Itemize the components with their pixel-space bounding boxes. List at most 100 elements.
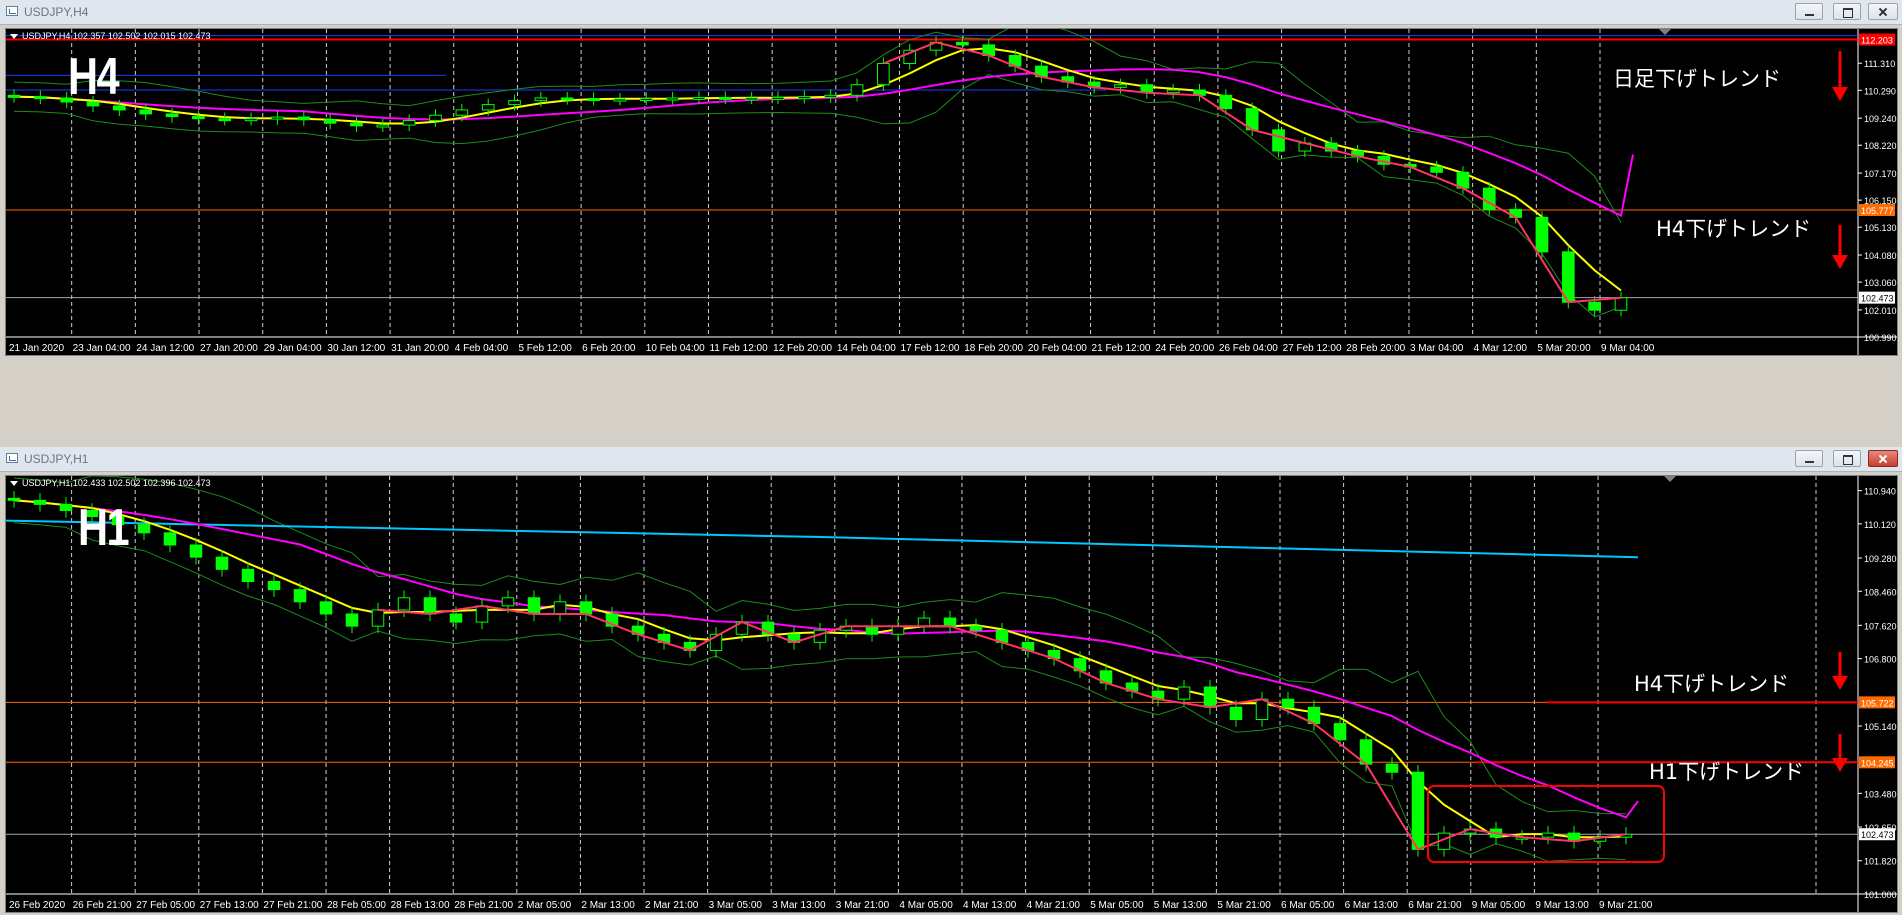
time-label: 12 Feb 20:00 [773,343,832,354]
long-moving-average [6,519,1639,559]
price-tag: 102.473 [1861,294,1894,304]
down-arrow-icon [1832,255,1848,269]
time-label: 3 Mar 04:00 [1410,343,1464,354]
candle-body [1166,89,1180,94]
time-label: 6 Mar 21:00 [1408,900,1462,911]
price-label: 103.480 [1864,789,1897,799]
time-label: 18 Feb 20:00 [964,343,1023,354]
maximize-button[interactable] [1833,450,1861,467]
time-label: 24 Jan 12:00 [136,343,194,354]
candle-body [475,605,489,623]
candle-body [293,589,307,603]
time-label: 3 Mar 21:00 [836,900,890,911]
price-label: 109.280 [1864,554,1897,564]
candle-body [666,97,679,101]
candle-body [34,96,47,100]
chart-window-h1: USDJPY,H1 26 Feb 2020 26 Feb 21:00 27 Feb … [0,447,1902,915]
candle-body [613,98,627,102]
candle-body [455,109,469,116]
window-titlebar[interactable]: USDJPY,H1 [0,447,1902,472]
candle-body [1229,706,1243,720]
window-titlebar[interactable]: USDJPY,H4 [0,0,1902,25]
symbol-info-text: USDJPY,H4 102.357 102.502 102.015 102.47… [22,31,211,41]
candle-body [189,544,203,558]
time-label: 27 Jan 20:00 [200,343,258,354]
candle-body [534,97,548,102]
candle-body [1114,84,1127,88]
minimize-button[interactable] [1795,450,1823,467]
candle-body [113,105,126,111]
down-arrow-icon [1832,758,1848,772]
symbol-info-text: USDJPY,H1 102.433 102.502 102.396 102.47… [22,478,211,488]
chart-window-h4: USDJPY,H4 21 Jan 2020 23 Jan 04:00 24 Jan … [0,0,1902,360]
price-label: 106.800 [1864,655,1897,665]
maximize-button[interactable] [1833,3,1861,20]
price-label: 105.140 [1864,722,1897,732]
symbol-info: USDJPY,H4 102.357 102.502 102.015 102.47… [10,31,211,41]
candle-body [139,109,153,115]
candle-body [371,609,385,627]
candle-body [267,581,281,591]
candle-body [1333,723,1347,741]
time-label: 26 Feb 04:00 [1219,343,1278,354]
price-label: 107.170 [1864,169,1897,179]
candle-body [1219,94,1233,110]
time-label: 28 Feb 21:00 [454,900,513,911]
minimize-button[interactable] [1795,3,1823,20]
dropdown-triangle-icon[interactable] [10,34,18,40]
candlestick-chart-svg: 26 Feb 2020 26 Feb 21:00 27 Feb 05:00 27 Fe… [6,476,1897,912]
time-label: 14 Feb 04:00 [837,343,896,354]
price-chart[interactable]: 21 Jan 2020 23 Jan 04:00 24 Jan 12:00 27 Ja… [5,28,1898,356]
price-label: 101.820 [1864,857,1897,867]
price-chart[interactable]: 26 Feb 2020 26 Feb 21:00 27 Feb 05:00 27 Fe… [5,475,1898,913]
price-tag: 105.722 [1861,698,1894,708]
candle-body [877,62,890,86]
time-label: 23 Jan 04:00 [73,343,131,354]
candle-body [449,613,463,623]
candle-body [1203,686,1217,708]
price-label: 111.310 [1864,59,1895,69]
close-button[interactable] [1868,450,1898,467]
candle-body [163,532,177,546]
candle-body [241,568,255,583]
candle-body [560,97,574,101]
time-label: 5 Mar 20:00 [1537,343,1591,354]
window-title: USDJPY,H1 [24,452,89,466]
candle-body [1272,129,1285,152]
time-label: 2 Mar 21:00 [645,900,699,911]
time-label: 5 Mar 13:00 [1154,900,1208,911]
time-label: 2 Mar 13:00 [581,900,635,911]
candle-body [587,98,600,102]
time-label: 4 Mar 13:00 [963,900,1017,911]
candle-body [7,497,21,501]
time-label: 29 Jan 04:00 [264,343,322,354]
time-label: 6 Feb 20:00 [582,343,636,354]
slow-moving-average [13,68,1634,218]
consolidation-box [1427,785,1665,863]
candle-body [579,601,593,615]
candle-body [323,119,337,124]
shift-marker-icon [1659,29,1671,35]
time-label: 9 Mar 04:00 [1601,343,1655,354]
close-button[interactable] [1868,3,1898,20]
candle-body [943,617,957,627]
candle-body [218,118,232,122]
time-label: 6 Mar 05:00 [1281,900,1335,911]
candle-body [1255,698,1269,720]
price-tag: 102.473 [1861,830,1894,840]
window-title: USDJPY,H4 [24,5,89,19]
timeframe-label: H4 [68,48,120,106]
price-label: 108.460 [1864,587,1897,597]
candle-body [527,597,541,615]
time-label: 30 Jan 12:00 [327,343,385,354]
symbol-info: USDJPY,H1 102.433 102.502 102.396 102.47… [10,478,211,488]
candle-body [745,97,758,101]
time-label: 31 Jan 20:00 [391,343,449,354]
candle-body [345,613,359,627]
time-label: 28 Feb 20:00 [1346,343,1405,354]
candle-body [350,122,363,127]
price-label: 103.060 [1864,278,1897,288]
dropdown-triangle-icon[interactable] [10,481,18,487]
bollinger-lower-band [13,522,1627,862]
time-label: 27 Feb 05:00 [136,900,195,911]
